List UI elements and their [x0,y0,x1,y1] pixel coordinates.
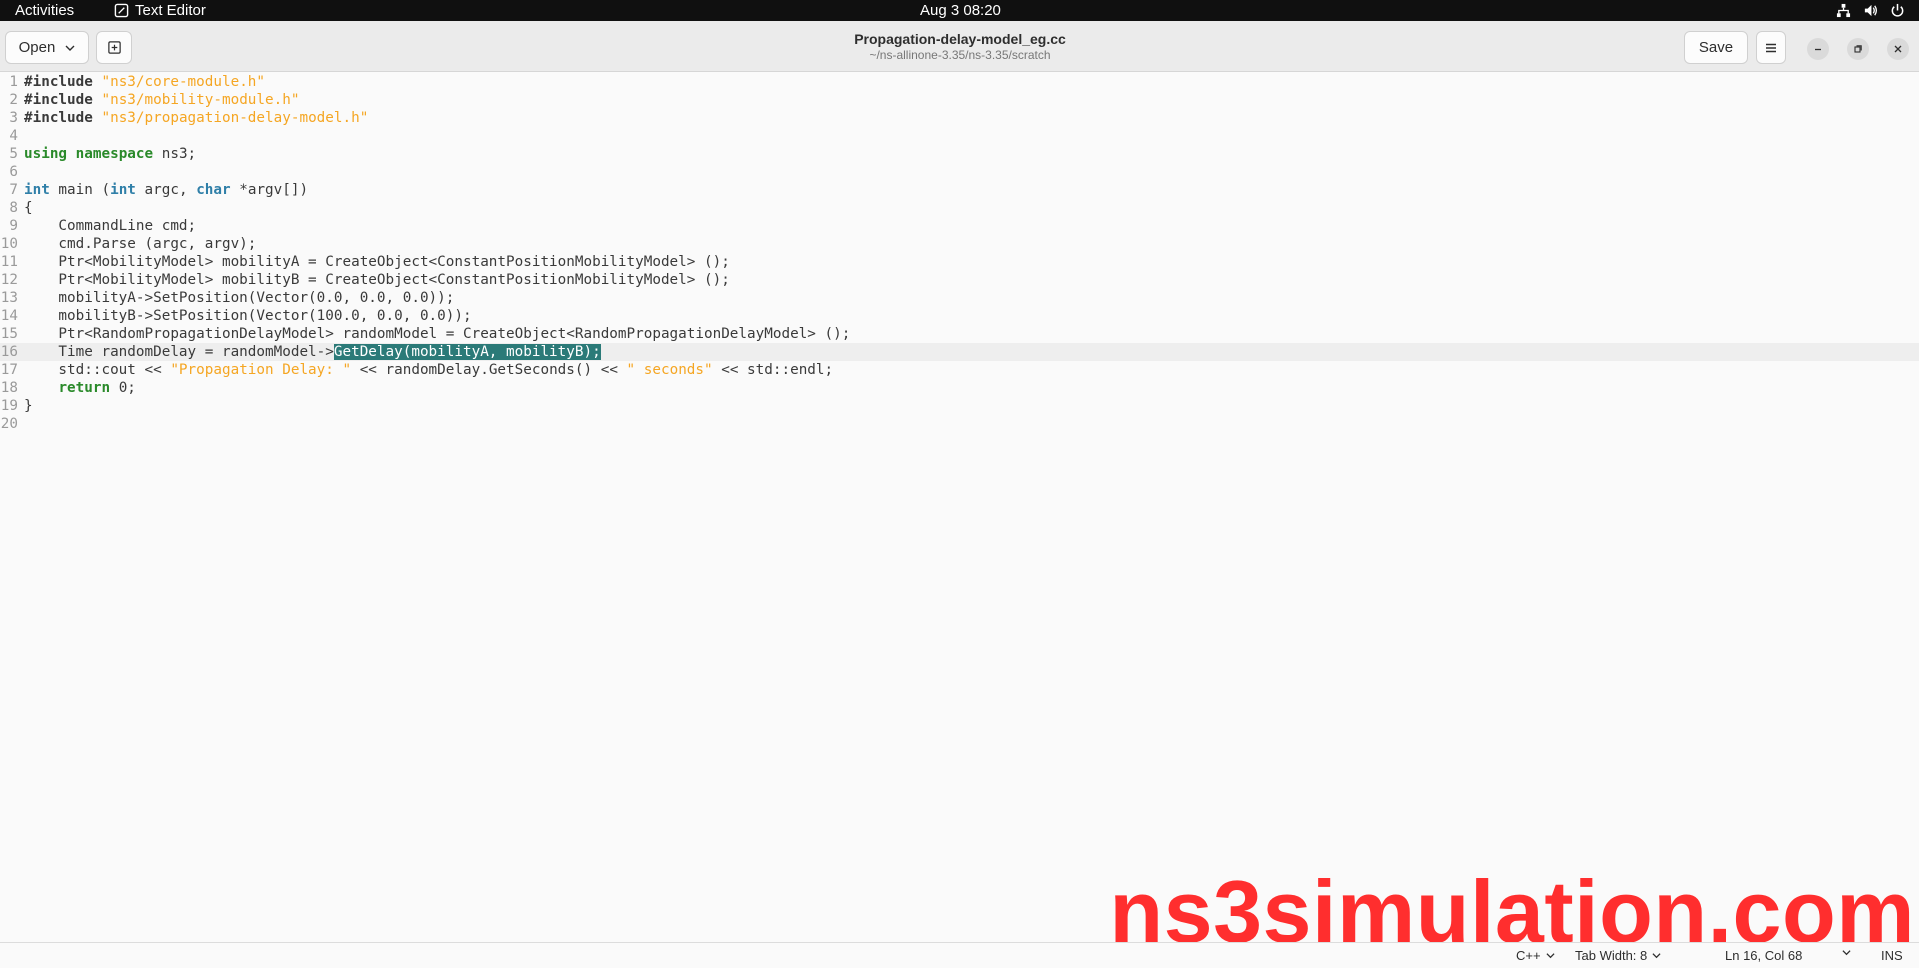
tab-width-selector[interactable]: Tab Width: 8 [1575,948,1661,963]
code-text: #include "ns3/propagation-delay-model.h" [24,110,369,126]
status-bar: C++ Tab Width: 8 Ln 16, Col 68 INS [0,942,1919,968]
chevron-down-icon [65,45,75,51]
open-button-label: Open [18,39,56,56]
code-text: Ptr<MobilityModel> mobilityB = CreateObj… [24,272,730,288]
code-line[interactable]: 11 Ptr<MobilityModel> mobilityA = Create… [0,253,1919,271]
clock[interactable]: Aug 3 08:20 [920,2,1001,19]
line-number: 2 [9,92,18,108]
code-line[interactable]: 1 #include "ns3/core-module.h" [0,73,1919,91]
code-text: { [24,200,33,216]
code-text: } [24,398,33,414]
code-line[interactable]: 4 [0,127,1919,145]
code-text: using namespace ns3; [24,146,197,162]
activities-button[interactable]: Activities [15,2,74,19]
maximize-button[interactable] [1847,38,1869,60]
cursor-position[interactable]: Ln 16, Col 68 [1725,948,1802,963]
power-icon[interactable] [1890,3,1905,18]
line-number: 10 [0,236,18,252]
code-line[interactable]: 6 [0,163,1919,181]
chevron-down-icon [1546,953,1555,959]
code-line[interactable]: 5 using namespace ns3; [0,145,1919,163]
line-number: 8 [9,200,18,216]
line-number: 11 [0,254,18,270]
code-text: cmd.Parse (argc, argv); [24,236,257,252]
code-text: mobilityB->SetPosition(Vector(100.0, 0.0… [24,308,472,324]
close-icon [1894,45,1902,53]
code-line[interactable]: 17 std::cout << "Propagation Delay: " <<… [0,361,1919,379]
code-text: Ptr<MobilityModel> mobilityA = CreateObj… [24,254,730,270]
line-number: 15 [0,326,18,342]
line-number: 13 [0,290,18,306]
header-bar: Open Propagation-delay-model_eg.cc ~/ns-… [0,21,1919,72]
code-line[interactable]: 14 mobilityB->SetPosition(Vector(100.0, … [0,307,1919,325]
line-number: 5 [9,146,18,162]
code-text: #include "ns3/mobility-module.h" [24,92,300,108]
line-number: 3 [9,110,18,126]
line-number: 18 [0,380,18,396]
code-editor[interactable]: 1 #include "ns3/core-module.h" 2 #include "… [0,72,1919,942]
chevron-down-icon [1652,953,1661,959]
app-name: Text Editor [135,2,206,19]
code-text: #include "ns3/core-module.h" [24,74,266,90]
code-text: Time randomDelay = randomModel->GetDelay… [24,344,601,360]
document-title: Propagation-delay-model_eg.cc [854,31,1066,47]
code-line[interactable]: 9 CommandLine cmd; [0,217,1919,235]
code-line[interactable]: 13 mobilityA->SetPosition(Vector(0.0, 0.… [0,289,1919,307]
line-number: 12 [0,272,18,288]
code-line[interactable]: 12 Ptr<MobilityModel> mobilityB = Create… [0,271,1919,289]
tab-width-label: Tab Width: 8 [1575,948,1648,963]
text-selection: GetDelay(mobilityA, mobilityB); [333,344,601,360]
text-editor-icon [114,3,129,18]
code-line[interactable]: 2 #include "ns3/mobility-module.h" [0,91,1919,109]
language-label: C++ [1516,948,1541,963]
minimize-icon [1815,48,1821,51]
code-line[interactable]: 20 [0,415,1919,433]
volume-icon[interactable] [1863,3,1878,18]
new-tab-button[interactable] [96,31,132,64]
code-line[interactable]: 18 return 0; [0,379,1919,397]
line-number: 20 [0,416,18,432]
cursor-position-dropdown[interactable] [1842,948,1851,957]
document-path: ~/ns-allinone-3.35/ns-3.35/scratch [869,48,1051,62]
system-tray[interactable] [1836,3,1905,18]
line-number: 14 [0,308,18,324]
code-text: CommandLine cmd; [24,218,197,234]
line-number: 19 [0,398,18,414]
network-icon[interactable] [1836,3,1851,18]
code-line[interactable]: 7 int main (int argc, char *argv[]) [0,181,1919,199]
system-top-bar: Activities Text Editor Aug 3 08:20 [0,0,1919,21]
close-button[interactable] [1887,38,1909,60]
line-number: 7 [9,182,18,198]
restore-icon [1854,45,1862,53]
line-number: 1 [9,74,18,90]
minimize-button[interactable] [1807,38,1829,60]
code-line[interactable]: 3 #include "ns3/propagation-delay-model.h… [0,109,1919,127]
code-line[interactable]: 15 Ptr<RandomPropagationDelayModel> rand… [0,325,1919,343]
save-button[interactable]: Save [1684,31,1748,64]
code-line[interactable]: 10 cmd.Parse (argc, argv); [0,235,1919,253]
code-text: Ptr<RandomPropagationDelayModel> randomM… [24,326,851,342]
line-number: 9 [9,218,18,234]
open-button[interactable]: Open [5,31,89,64]
code-line[interactable]: 16 Time randomDelay = randomModel->GetDe… [0,343,1919,361]
language-selector[interactable]: C++ [1516,948,1555,963]
line-number: 17 [0,362,18,378]
code-text: return 0; [58,380,136,396]
app-menu[interactable]: Text Editor [114,2,206,19]
chevron-down-icon [1842,950,1851,956]
line-number: 4 [9,128,18,144]
line-number: 16 [0,344,18,360]
code-text: mobilityA->SetPosition(Vector(0.0, 0.0, … [24,290,455,306]
code-line[interactable]: 8{ [0,199,1919,217]
code-line[interactable]: 19} [0,397,1919,415]
cursor-position-label: Ln 16, Col 68 [1725,948,1803,963]
window-title: Propagation-delay-model_eg.cc ~/ns-allin… [760,31,1160,62]
new-tab-icon [107,41,121,54]
hamburger-icon [1766,43,1776,52]
line-number: 6 [9,164,18,180]
insert-mode-indicator[interactable]: INS [1881,948,1903,963]
code-text: std::cout << "Propagation Delay: " << ra… [24,362,834,378]
code-text: int main (int argc, char *argv[]) [24,182,309,198]
main-menu-button[interactable] [1756,31,1786,64]
